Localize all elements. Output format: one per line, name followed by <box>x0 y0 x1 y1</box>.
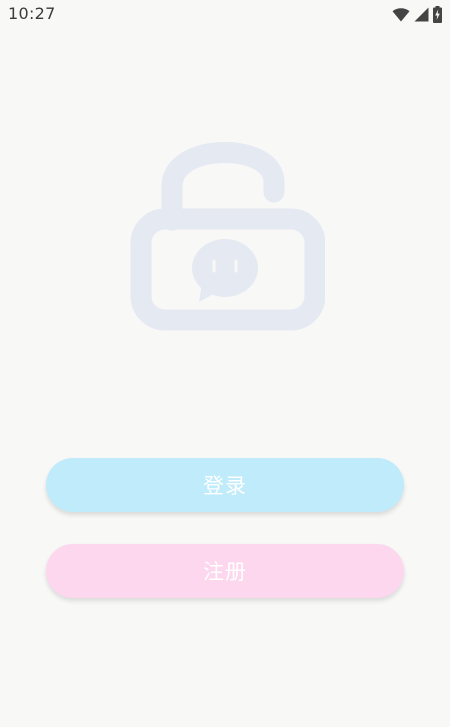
battery-charging-icon <box>433 5 442 23</box>
login-button-label: 登录 <box>203 474 247 498</box>
cellular-signal-icon <box>414 7 429 22</box>
status-time: 10:27 <box>8 4 56 23</box>
status-bar: 10:27 <box>0 0 450 28</box>
app-screen: 10:27 登录 注册 <box>0 0 450 727</box>
login-button[interactable]: 登录 <box>46 458 404 512</box>
unlocked-padlock-chat-icon <box>125 128 326 334</box>
register-button[interactable]: 注册 <box>46 544 404 598</box>
status-icons <box>392 5 442 23</box>
register-button-label: 注册 <box>203 560 247 584</box>
wifi-icon <box>392 7 410 22</box>
